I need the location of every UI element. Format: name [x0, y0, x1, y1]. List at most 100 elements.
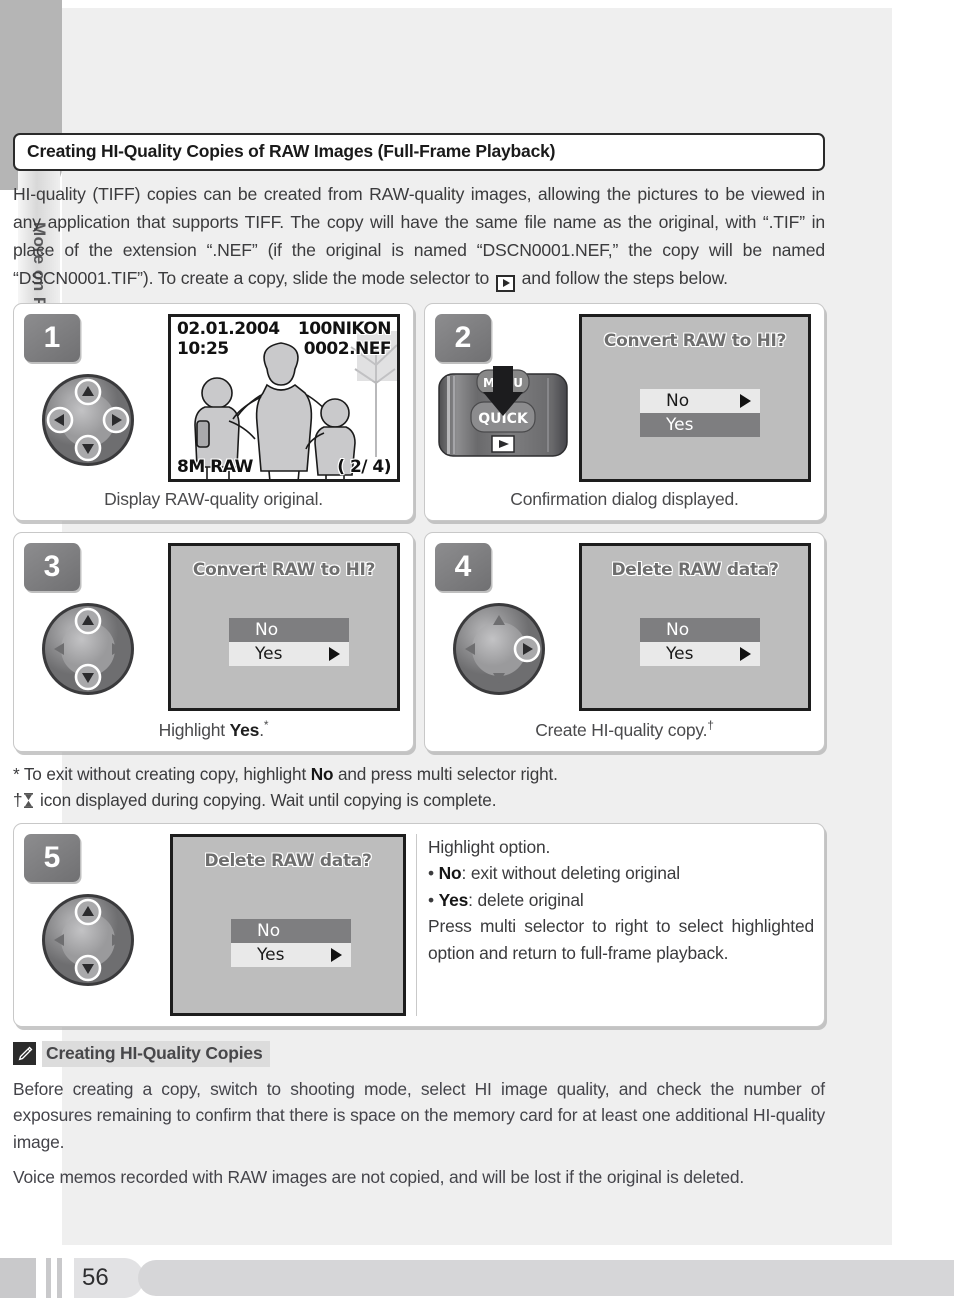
- note-paragraph-1: Before creating a copy, switch to shooti…: [13, 1078, 825, 1152]
- lcd-quality: 8M RAW: [177, 457, 253, 477]
- footnote-star-post: and press multi selector right.: [333, 763, 558, 784]
- footnote-star-bold: No: [310, 763, 334, 784]
- footnote-star: * To exit without creating copy, highlig…: [13, 761, 825, 787]
- lcd-filename: 0002.NEF: [303, 339, 392, 359]
- camera-dialog-4: Delete RAW data? No Yes: [579, 543, 811, 711]
- section-intro: HI-quality (TIFF) copies can be created …: [13, 180, 825, 292]
- camera-dialog-2: Convert RAW to HI? No Yes: [579, 314, 811, 482]
- step-badge-5: 5: [24, 833, 80, 882]
- select-arrow-icon: [740, 647, 751, 661]
- pencil-icon: [13, 1042, 36, 1066]
- dialog-option-yes[interactable]: Yes: [229, 642, 349, 666]
- step-caption-4: Create HI-quality copy.†: [435, 718, 814, 741]
- dialog-option-yes[interactable]: Yes: [640, 413, 760, 437]
- multi-selector-icon: [449, 599, 549, 699]
- step-card-5: 5 Delete RAW data? No Yes Highlight opti…: [13, 822, 825, 1027]
- dialog-option-no[interactable]: No: [231, 918, 351, 943]
- dialog-option-label: No: [257, 920, 281, 941]
- playback-mode-icon: [495, 274, 515, 292]
- dialog-title: Convert RAW to HI?: [603, 331, 787, 351]
- dialog-option-label: No: [255, 620, 279, 640]
- step-caption-3: Highlight Yes.*: [24, 718, 403, 741]
- section-title: Creating HI-Quality Copies of RAW Images…: [13, 133, 825, 171]
- step-card-3: 3 Convert RAW to HI? No Yes Highlight Ye…: [13, 532, 414, 752]
- bullet-no-label: No: [438, 863, 462, 884]
- bullet-yes-text: : delete original: [468, 889, 584, 910]
- footnote-star-pre: To exit without creating copy, highlight: [19, 763, 311, 784]
- step5-bullet-no: • No: exit without deleting original: [428, 863, 681, 884]
- camera-dialog-5: Delete RAW data? No Yes: [170, 833, 406, 1016]
- dialog-option-no[interactable]: No: [640, 618, 760, 642]
- dialog-option-yes[interactable]: Yes: [231, 942, 351, 967]
- dialog-option-label: Yes: [257, 944, 285, 965]
- dialog-title: Delete RAW data?: [204, 850, 372, 871]
- lcd-time: 10:25: [177, 339, 229, 359]
- footnote-marker: *: [263, 718, 269, 732]
- step5-bullet-yes: • Yes: delete original: [428, 889, 584, 910]
- step-badge-3: 3: [24, 543, 80, 591]
- step-badge-2: 2: [435, 314, 491, 362]
- note-paragraph-2: Voice memos recorded with RAW images are…: [13, 1167, 745, 1188]
- note-box: Creating HI-Quality Copies Before creati…: [13, 1040, 825, 1191]
- footnotes: * To exit without creating copy, highlig…: [13, 761, 825, 813]
- select-arrow-icon: [329, 647, 340, 661]
- bullet-no-text: : exit without deleting original: [461, 863, 681, 884]
- caption-bold: Yes: [229, 719, 260, 740]
- step5-description: Highlight option. • No: exit without del…: [416, 833, 814, 1016]
- steps-row-1: 1 02.01.2004 10:25 100NIKON 0002.NEF 8M …: [13, 303, 825, 521]
- footnote-marker: †: [707, 718, 714, 732]
- steps-row-2: 3 Convert RAW to HI? No Yes Highlight Ye…: [13, 532, 825, 752]
- page-inner: Creating HI-Quality Copies of RAW Images…: [13, 133, 825, 1191]
- dialog-option-label: Yes: [666, 415, 694, 435]
- select-arrow-icon: [331, 947, 342, 962]
- manual-page: More on Playback Creating HI-Quality Cop…: [0, 0, 954, 1314]
- select-arrow-icon: [740, 394, 751, 408]
- lcd-date: 02.01.2004: [177, 319, 280, 339]
- dialog-option-no[interactable]: No: [229, 618, 349, 642]
- dialog-options: No Yes: [229, 618, 349, 666]
- multi-selector-icon: [38, 890, 138, 990]
- lcd-preview: 02.01.2004 10:25 100NIKON 0002.NEF 8M RA…: [168, 314, 400, 482]
- multi-selector-icon: [38, 599, 138, 699]
- page-number: 56: [74, 1258, 144, 1298]
- footer-left-block: [0, 1258, 36, 1298]
- footnote-dagger: † icon displayed during copying. Wait un…: [13, 787, 825, 813]
- dialog-option-label: No: [666, 391, 690, 411]
- step5-paragraph: Press multi selector to right to select …: [428, 916, 814, 963]
- multi-selector-icon: [38, 370, 138, 470]
- dialog-title: Convert RAW to HI?: [192, 560, 376, 580]
- note-header: Creating HI-Quality Copies: [13, 1040, 825, 1067]
- dialog-options: No Yes: [640, 389, 760, 437]
- step-card-2: 2 QUICK Convert RAW to HI? No Yes Confir…: [424, 303, 825, 521]
- step-badge-1: 1: [24, 314, 80, 362]
- dialog-options: No Yes: [231, 918, 351, 967]
- step-card-4: 4 Delete RAW data? No Yes Create HI-qual…: [424, 532, 825, 752]
- page-footer: 56: [0, 1245, 954, 1314]
- dialog-option-label: Yes: [666, 644, 694, 664]
- dialog-option-label: No: [666, 620, 690, 640]
- footer-long-bar: [138, 1260, 954, 1296]
- caption-prefix: Create HI-quality copy.: [535, 719, 708, 740]
- dialog-option-no[interactable]: No: [640, 389, 760, 413]
- lcd-folder: 100NIKON: [297, 319, 392, 339]
- hourglass-icon: [23, 789, 34, 808]
- footer-bars: [46, 1258, 62, 1298]
- step-card-1: 1 02.01.2004 10:25 100NIKON 0002.NEF 8M …: [13, 303, 414, 521]
- footnote-dagger-post: icon displayed during copying. Wait unti…: [35, 789, 497, 810]
- dialog-options: No Yes: [640, 618, 760, 666]
- caption-prefix: Highlight: [158, 719, 230, 740]
- lcd-frame-count: ( 2/ 4): [337, 457, 391, 477]
- step5-line1: Highlight option.: [428, 836, 551, 857]
- step-badge-4: 4: [435, 543, 491, 591]
- step-caption-2: Confirmation dialog displayed.: [510, 489, 739, 509]
- note-title: Creating HI-Quality Copies: [42, 1040, 270, 1067]
- camera-quick-button-illustration: MENU QUICK: [437, 366, 569, 460]
- bullet-yes-label: Yes: [438, 889, 469, 910]
- camera-dialog-3: Convert RAW to HI? No Yes: [168, 543, 400, 711]
- footnote-dagger-marker: †: [13, 789, 23, 810]
- dialog-option-label: Yes: [255, 644, 283, 664]
- step-caption-1: Display RAW-quality original.: [104, 489, 323, 509]
- intro-text-part2: and follow the steps below.: [516, 268, 728, 288]
- dialog-title: Delete RAW data?: [611, 560, 779, 580]
- dialog-option-yes[interactable]: Yes: [640, 642, 760, 666]
